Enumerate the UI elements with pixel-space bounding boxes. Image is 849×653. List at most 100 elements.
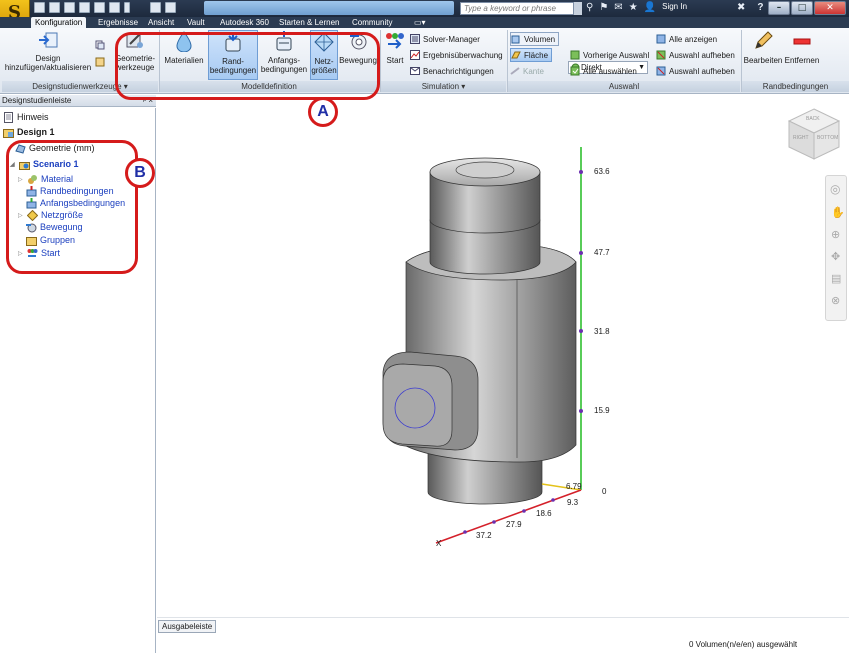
tab-overflow-icon[interactable]: ▭▾: [410, 17, 430, 28]
tab-ergebnisse[interactable]: Ergebnisse: [94, 17, 142, 28]
orbit-icon[interactable]: ✥: [831, 250, 840, 263]
deselect-all-icon: [656, 66, 666, 76]
model-view[interactable]: [157, 95, 849, 617]
tab-vault[interactable]: Vault: [183, 17, 209, 28]
result-monitor-button[interactable]: Ergebnisüberwachung: [410, 48, 503, 62]
solver-manager-icon: [410, 34, 420, 44]
volume-mode-label: Volumen: [524, 34, 556, 44]
select-all-button[interactable]: Alle auswählen: [570, 64, 637, 78]
tree-hint[interactable]: Hinweis: [3, 111, 49, 123]
edit-boundary-button[interactable]: Bearbeiten: [743, 30, 783, 65]
view-cube-face-bottom: BOTTOM: [817, 135, 839, 141]
quick-access-toolbar-2: [150, 2, 176, 15]
close-button[interactable]: ✕: [814, 1, 846, 15]
solver-manager-button[interactable]: Solver-Manager: [410, 32, 480, 46]
axis-x-label: X: [436, 539, 442, 548]
community-icon[interactable]: ✉: [614, 2, 622, 13]
copy-design-icon[interactable]: [95, 40, 105, 50]
search-dropdown-icon[interactable]: [574, 2, 582, 15]
select-all-icon: [570, 66, 580, 76]
undo-icon[interactable]: [94, 2, 105, 13]
surface-mode-label: Fläche: [524, 50, 549, 60]
top-bore[interactable]: [455, 161, 515, 179]
edge-mode-label: Kante: [523, 66, 544, 76]
axis-x-tick-label: 37.2: [476, 531, 492, 540]
axis-y-tick-label: 6.79: [566, 482, 582, 491]
save-icon[interactable]: [64, 2, 75, 13]
panel-label-simulation[interactable]: Simulation ▾: [381, 81, 506, 92]
user-icon[interactable]: 👤: [644, 2, 656, 13]
tab-konfiguration[interactable]: Konfiguration: [31, 17, 87, 28]
design-update-button[interactable]: Design hinzufügen/aktualisieren: [3, 30, 93, 72]
edit-label: Bearbeiten: [743, 56, 783, 65]
annotation-box-b: [6, 140, 138, 274]
notifications-button[interactable]: Benachrichtigungen: [410, 64, 494, 78]
view-cube[interactable]: BACK RIGHT BOTTOM: [787, 107, 841, 161]
tree-design[interactable]: Design 1: [3, 126, 55, 138]
zoom-icon[interactable]: ⊕: [831, 228, 840, 241]
minimize-button[interactable]: –: [768, 1, 790, 15]
favorites-star-icon[interactable]: ★: [629, 2, 638, 13]
notifications-icon: [410, 66, 420, 76]
exchange-icon[interactable]: ✖: [737, 2, 745, 13]
tree-hint-label: Hinweis: [17, 112, 49, 122]
design-update-label-1: Design: [35, 54, 61, 63]
volume-mode-icon: [511, 34, 521, 44]
tab-ansicht[interactable]: Ansicht: [144, 17, 178, 28]
start-simulation-button[interactable]: Start: [383, 30, 407, 65]
annotation-box-a: [115, 32, 380, 100]
deselect-label-2: Auswahl aufheben: [669, 66, 735, 76]
previous-selection-button[interactable]: Vorherige Auswahl: [570, 48, 649, 62]
show-all-icon: [656, 34, 666, 44]
show-all-label: Alle anzeigen: [669, 34, 718, 44]
redo-icon[interactable]: [109, 2, 120, 13]
maximize-button[interactable]: □: [791, 1, 813, 15]
tab-starten-lernen[interactable]: Starten & Lernen: [275, 17, 343, 28]
pan-hand-icon[interactable]: ✋: [831, 206, 845, 219]
design-import-icon: [39, 32, 58, 48]
result-monitor-icon: [410, 50, 420, 60]
start-label: Start: [386, 56, 404, 65]
search-input[interactable]: Type a keyword or phrase: [460, 2, 574, 15]
show-all-button[interactable]: Alle anzeigen: [656, 32, 717, 46]
select-all-label: Alle auswählen: [583, 66, 637, 76]
deselect-button-1[interactable]: Auswahl aufheben: [656, 48, 735, 62]
title-tools: ⚲ ⚑ ✉ ★ 👤 Sign In ✖ ?: [586, 2, 764, 13]
help-icon[interactable]: ?: [757, 2, 763, 13]
subscription-icon[interactable]: ⚑: [599, 2, 608, 13]
sign-in-link[interactable]: Sign In: [662, 2, 687, 13]
binoculars-icon[interactable]: ⚲: [586, 2, 593, 13]
surface-mode-icon: [511, 50, 521, 60]
print-icon[interactable]: [150, 2, 161, 13]
document-icon: [3, 111, 14, 123]
design-settings-icon[interactable]: [95, 57, 105, 67]
graphics-viewport[interactable]: 63.6 47.7 31.8 15.9 0 6.79 9.3 18.6 27.9…: [157, 95, 849, 617]
tab-autodesk-360[interactable]: Autodesk 360: [216, 17, 273, 28]
output-bar-tab[interactable]: Ausgabeleiste: [158, 620, 217, 633]
tab-community[interactable]: Community: [348, 17, 396, 28]
layout-icon[interactable]: [165, 2, 176, 13]
navigation-bar: ◎ ✋ ⊕ ✥ ▤ ⊗: [825, 175, 847, 321]
solver-manager-label: Solver-Manager: [423, 34, 480, 44]
steering-wheel-icon[interactable]: ◎: [830, 182, 840, 196]
open-file-icon[interactable]: [49, 2, 60, 13]
previous-selection-label: Vorherige Auswahl: [583, 50, 650, 60]
remove-boundary-button[interactable]: Entfernen: [784, 30, 820, 65]
deselect-button-2[interactable]: Auswahl aufheben: [656, 64, 735, 78]
volume-mode-button[interactable]: Volumen: [510, 32, 560, 46]
axis-x-tick-label: 27.9: [506, 520, 522, 529]
quick-access-toolbar: [34, 2, 130, 15]
navigation-menu-icon[interactable]: ⊗: [831, 294, 840, 307]
new-file-icon[interactable]: [34, 2, 45, 13]
look-at-icon[interactable]: ▤: [831, 272, 841, 285]
side-boss-face[interactable]: [382, 363, 453, 447]
surface-mode-button[interactable]: Fläche: [510, 48, 553, 62]
save-as-icon[interactable]: [79, 2, 90, 13]
edge-mode-icon: [510, 66, 520, 76]
design-study-bar-title: Designstudienleiste: [2, 96, 72, 105]
panel-label-selection: Auswahl: [508, 81, 740, 92]
annotation-label-a: A: [308, 97, 338, 127]
run-simulation-icon: [386, 33, 404, 49]
axis-z-tick-label: 15.9: [594, 406, 610, 415]
qat-more-icon[interactable]: [124, 2, 130, 13]
